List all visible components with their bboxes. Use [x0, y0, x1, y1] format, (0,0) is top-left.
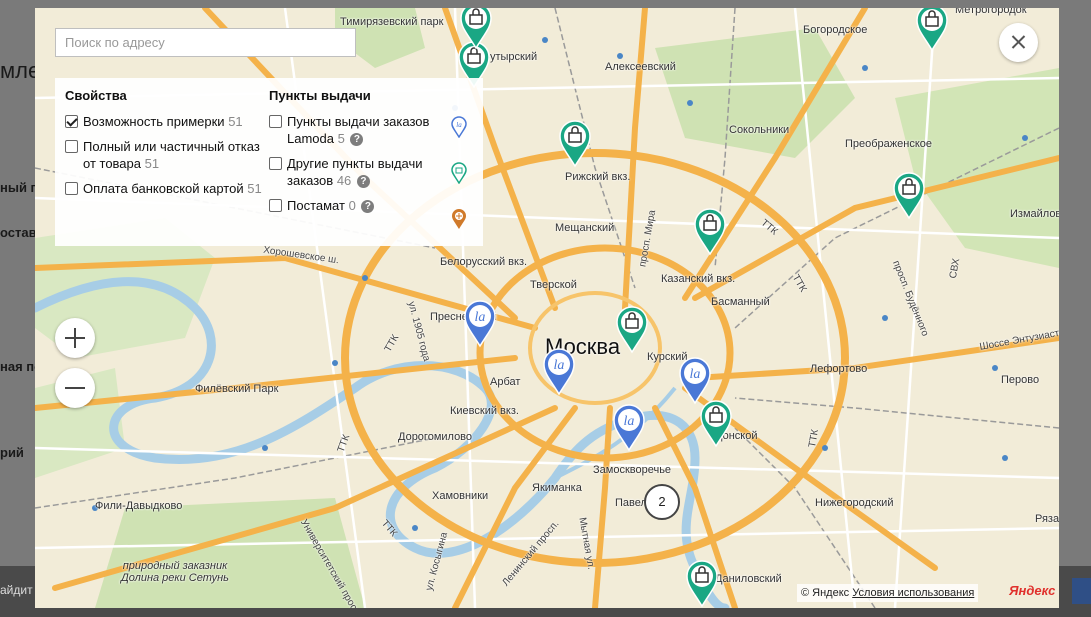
place-label: Фили-Давыдково [95, 500, 183, 512]
place-label: Рязанский [1035, 513, 1059, 525]
option-label: Постамат [287, 198, 345, 213]
properties-title: Свойства [65, 88, 127, 103]
svg-text:la: la [624, 414, 635, 429]
checkbox[interactable] [269, 157, 282, 170]
lamoda-pin-icon[interactable]: la [542, 348, 576, 396]
bag-pin-icon [451, 162, 467, 184]
place-label: природный заказник Долина реки Сетунь [121, 560, 229, 584]
place-label: Алексеевский [605, 61, 676, 73]
checkbox[interactable] [269, 115, 282, 128]
place-label: Метрогородок [955, 8, 1027, 16]
svg-text:la: la [554, 358, 565, 373]
option-label: Другие пункты выдачи заказов [287, 156, 423, 188]
svg-text:la: la [456, 121, 462, 129]
help-icon[interactable]: ? [361, 200, 375, 214]
yandex-logo: Яндекс [1009, 583, 1056, 598]
lamoda-pin-icon[interactable]: la [612, 404, 646, 452]
checkbox[interactable] [65, 140, 78, 153]
filter-option-postamat[interactable]: Постамат 0 ? [269, 197, 474, 214]
option-count: 51 [247, 181, 262, 196]
help-icon[interactable]: ? [350, 133, 364, 147]
place-label: Бутырский [483, 51, 538, 63]
option-count: 46 [336, 173, 352, 188]
bag-pin-icon[interactable] [685, 560, 719, 608]
map-modal: Тимирязевский парк Бутырский Алексеевски… [35, 8, 1059, 608]
zoom-out-button[interactable] [55, 368, 95, 408]
bg-side-button [1072, 578, 1091, 604]
place-label: Измайлово [1010, 208, 1059, 220]
filter-option-lamoda[interactable]: Пункты выдачи заказов Lamoda 5 ? [269, 113, 474, 147]
bag-pin-icon[interactable] [693, 208, 727, 256]
postamat-pin-icon [452, 209, 466, 229]
zoom-in-button[interactable] [55, 318, 95, 358]
option-label: Возможность примерки [83, 114, 225, 129]
lamoda-pin-icon: la [451, 116, 467, 138]
close-button[interactable] [999, 23, 1038, 62]
option-label: Оплата банковской картой [83, 181, 244, 196]
place-label: Тверской [530, 279, 577, 291]
place-label: Мещанский [555, 222, 615, 234]
option-count: 5 [337, 131, 345, 146]
place-label: Богородское [803, 24, 868, 36]
points-title: Пункты выдачи [269, 88, 371, 103]
help-icon[interactable]: ? [356, 175, 370, 189]
option-count: 51 [144, 156, 160, 171]
filter-option-fitting[interactable]: Возможность примерки 51 [65, 113, 265, 130]
place-label: Филёвский Парк [195, 383, 279, 395]
place-label: Арбат [490, 376, 521, 388]
svg-text:la: la [475, 310, 486, 325]
checkbox[interactable] [65, 115, 78, 128]
filter-option-other[interactable]: Другие пункты выдачи заказов 46 ? [269, 155, 474, 189]
cluster-marker[interactable]: 2 [644, 484, 680, 520]
svg-text:la: la [690, 367, 701, 382]
place-label: Сокольники [729, 124, 790, 136]
option-count: 51 [228, 114, 243, 129]
place-label: Белорусский вкз. [440, 256, 528, 268]
place-label: Якиманка [532, 482, 582, 494]
lamoda-pin-icon[interactable]: la [463, 300, 497, 348]
bag-pin-icon[interactable] [915, 8, 949, 52]
bag-pin-icon[interactable] [699, 400, 733, 448]
place-label: Даниловский [715, 573, 782, 585]
bag-pin-icon[interactable] [558, 120, 592, 168]
place-label: Хамовники [432, 490, 489, 502]
terms-link[interactable]: Условия использования [852, 587, 974, 599]
bg-footer-text: айдит [0, 583, 33, 597]
place-label: Басманный [711, 296, 770, 308]
filter-option-card[interactable]: Оплата банковской картой 51 [65, 180, 265, 197]
place-label: Дорогомилово [398, 431, 473, 443]
place-label: Рижский вкз. [565, 171, 631, 183]
bag-pin-icon[interactable] [615, 306, 649, 354]
place-label: Лефортово [810, 363, 868, 375]
properties-column: Свойства Возможность примерки 51 Полный … [65, 88, 265, 205]
points-column: Пункты выдачи Пункты выдачи заказов Lamo… [269, 88, 474, 222]
lamoda-pin-icon[interactable]: la [678, 357, 712, 405]
bg-text-4: рий [0, 445, 24, 460]
option-count: 0 [348, 198, 356, 213]
filter-panel: Свойства Возможность примерки 51 Полный … [55, 78, 483, 246]
place-label: Перово [1001, 374, 1040, 386]
place-label: Замоскворечье [593, 464, 672, 476]
map-copyright: © Яндекс Условия использования [797, 584, 979, 602]
checkbox[interactable] [65, 182, 78, 195]
copyright-text: © Яндекс [801, 587, 850, 599]
option-label: Полный или частичный отказ от товара [83, 139, 260, 171]
filter-option-refusal[interactable]: Полный или частичный отказ от товара 51 [65, 138, 265, 172]
place-label: Киевский вкз. [450, 405, 519, 417]
place-label: Тимирязевский парк [340, 16, 444, 28]
place-label: Преображенское [845, 138, 933, 150]
place-label: Нижегородский [815, 497, 894, 509]
bag-pin-icon[interactable] [459, 8, 493, 50]
place-label: Казанский вкз. [661, 273, 736, 285]
address-search-input[interactable] [55, 28, 356, 57]
bag-pin-icon[interactable] [892, 172, 926, 220]
checkbox[interactable] [269, 199, 282, 212]
